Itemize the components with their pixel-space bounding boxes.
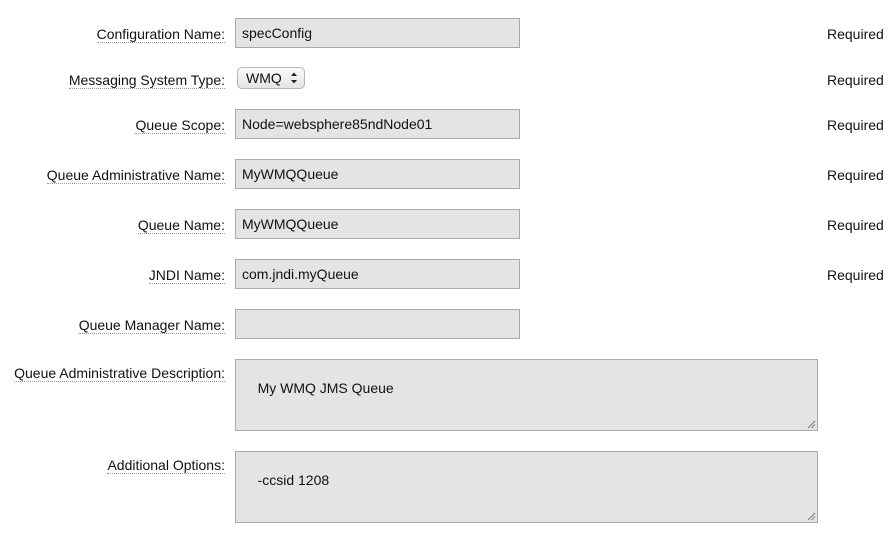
- queue-admin-description-label: Queue Administrative Description:: [14, 365, 225, 382]
- resize-grip-icon[interactable]: [806, 419, 816, 429]
- queue-scope-required: Required: [827, 117, 884, 133]
- queue-admin-description-value: My WMQ JMS Queue: [257, 380, 394, 396]
- queue-manager-name-input[interactable]: [235, 309, 520, 339]
- queue-name-required: Required: [827, 217, 884, 233]
- messaging-system-type-value: WMQ: [246, 70, 282, 86]
- queue-name-input[interactable]: [235, 209, 520, 239]
- jndi-name-input[interactable]: [235, 259, 520, 289]
- configuration-name-required: Required: [827, 26, 884, 42]
- queue-scope-input[interactable]: [235, 109, 520, 139]
- queue-name-label: Queue Name:: [137, 217, 225, 234]
- additional-options-value: -ccsid 1208: [257, 472, 330, 488]
- queue-admin-name-input[interactable]: [235, 159, 520, 189]
- additional-options-label: Additional Options:: [107, 457, 225, 474]
- jndi-name-label: JNDI Name:: [148, 267, 225, 284]
- queue-admin-description-textarea[interactable]: My WMQ JMS Queue: [235, 359, 818, 431]
- queue-manager-name-label: Queue Manager Name:: [78, 317, 225, 334]
- messaging-system-type-select[interactable]: WMQ: [237, 67, 305, 89]
- messaging-system-type-required: Required: [827, 72, 884, 88]
- queue-scope-label: Queue Scope:: [135, 117, 225, 134]
- configuration-name-label: Configuration Name:: [96, 26, 225, 43]
- configuration-form: Configuration Name: Required Messaging S…: [0, 0, 896, 534]
- up-down-chevron-icon: [291, 72, 297, 84]
- queue-admin-name-required: Required: [827, 167, 884, 183]
- additional-options-textarea[interactable]: -ccsid 1208: [235, 451, 818, 523]
- resize-grip-icon[interactable]: [806, 511, 816, 521]
- configuration-name-input[interactable]: [235, 18, 520, 48]
- queue-admin-name-label: Queue Administrative Name:: [46, 167, 225, 184]
- messaging-system-type-label: Messaging System Type:: [68, 72, 225, 89]
- jndi-name-required: Required: [827, 267, 884, 283]
